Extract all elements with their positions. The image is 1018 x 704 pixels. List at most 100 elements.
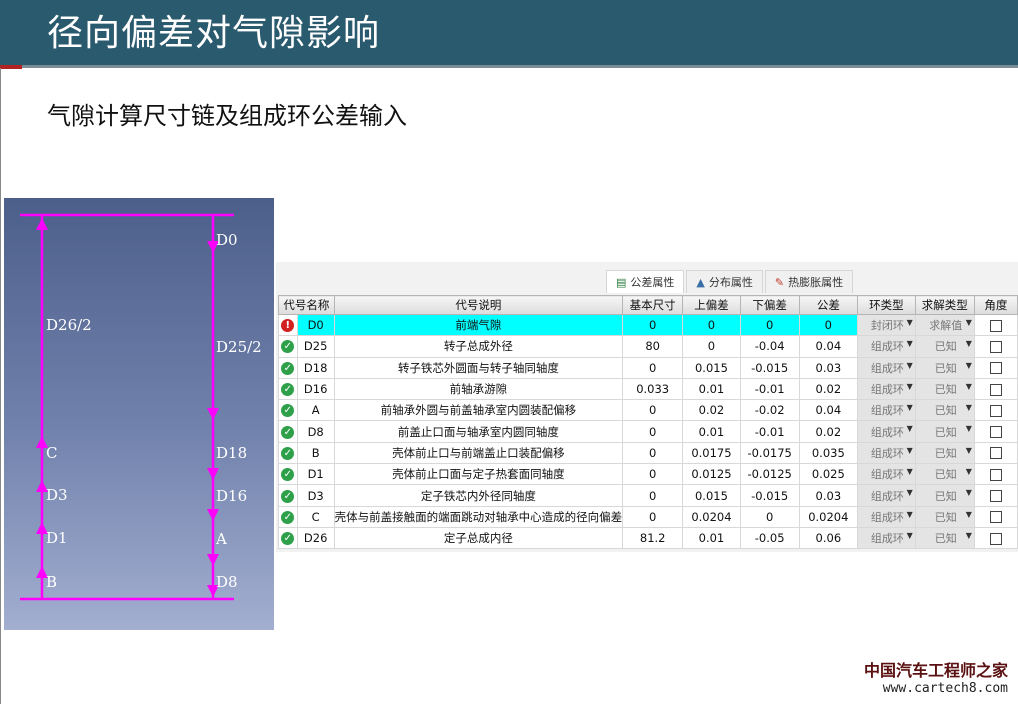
solve-type-select[interactable]: 已知 ▼ — [914, 441, 975, 465]
cell-upper-deviation[interactable]: 0.0125 — [682, 463, 741, 486]
cell-lower-deviation[interactable]: -0.015 — [739, 356, 800, 379]
cell-tolerance[interactable]: 0.04 — [798, 335, 859, 358]
ring-type-select[interactable]: 组成环 ▼ — [857, 356, 916, 379]
cell-description[interactable]: 前轴承游隙 — [333, 377, 624, 401]
cell-description[interactable]: 壳体前止口面与定子热套面同轴度 — [333, 463, 624, 486]
cell-upper-deviation[interactable]: 0.01 — [682, 526, 741, 550]
table-row[interactable]: ✓ D18 转子铁芯外圆面与转子轴同轴度 0 0.015 -0.015 0.03 组成环 ▼ 已知… — [278, 356, 1018, 379]
angle-checkbox[interactable] — [990, 340, 1003, 353]
table-row[interactable]: ✓ D8 前盖止口面与轴承室内圆同轴度 0 0.01 -0.01 0.02 组成环 ▼ 已知 ▼ — [278, 420, 1018, 443]
cell-code[interactable]: B — [296, 441, 335, 465]
solve-type-select[interactable]: 已知 ▼ — [914, 399, 975, 422]
ring-type-select[interactable]: 组成环 ▼ — [857, 441, 916, 465]
table-row[interactable]: ✓ A 前轴承外圆与前盖轴承室内圆装配偏移 0 0.02 -0.02 0.04 组成环 ▼ 已知 ▼ — [278, 399, 1018, 422]
solve-type-select[interactable]: 已知 ▼ — [914, 377, 975, 401]
cell-lower-deviation[interactable]: -0.0125 — [739, 463, 800, 486]
cell-tolerance[interactable]: 0.02 — [798, 420, 859, 443]
tab-thermal-expansion-properties[interactable]: ✎ 热膨胀属性 — [764, 270, 854, 293]
angle-checkbox[interactable] — [990, 319, 1003, 332]
ring-type-select[interactable]: 组成环 ▼ — [857, 399, 916, 422]
cell-code[interactable]: A — [296, 399, 335, 422]
ring-type-select[interactable]: 组成环 ▼ — [857, 335, 916, 358]
cell-description[interactable]: 定子铁芯内外径同轴度 — [333, 484, 624, 507]
cell-tolerance[interactable]: 0.04 — [798, 399, 859, 422]
cell-basic-size[interactable]: 0 — [622, 484, 684, 507]
solve-type-select[interactable]: 已知 ▼ — [914, 463, 975, 486]
angle-checkbox[interactable] — [990, 511, 1003, 524]
cell-code[interactable]: D18 — [296, 356, 335, 379]
table-row[interactable]: ✓ D16 前轴承游隙 0.033 0.01 -0.01 0.02 组成环 ▼ 已知 ▼ — [278, 377, 1018, 401]
ring-type-select[interactable]: 组成环 ▼ — [857, 526, 916, 550]
cell-upper-deviation[interactable]: 0 — [682, 313, 741, 337]
table-row[interactable]: ✓ D3 定子铁芯内外径同轴度 0 0.015 -0.015 0.03 组成环 ▼ 已知 ▼ — [278, 484, 1018, 507]
cell-description[interactable]: 壳体与前盖接触面的端面跳动对轴承中心造成的径向偏差 — [333, 505, 624, 528]
header-code[interactable]: 代号名称 — [278, 295, 335, 315]
solve-type-select[interactable]: 求解值 ▼ — [914, 313, 975, 337]
cell-description[interactable]: 转子总成外径 — [333, 335, 624, 358]
angle-checkbox[interactable] — [990, 490, 1003, 503]
header-lower-deviation[interactable]: 下偏差 — [739, 295, 800, 315]
cell-basic-size[interactable]: 0 — [622, 313, 684, 337]
cell-basic-size[interactable]: 0 — [622, 420, 684, 443]
cell-basic-size[interactable]: 80 — [622, 335, 684, 358]
ring-type-select[interactable]: 组成环 ▼ — [857, 463, 916, 486]
cell-lower-deviation[interactable]: -0.01 — [739, 377, 800, 401]
ring-type-select[interactable]: 封闭环 ▼ — [857, 313, 916, 337]
cell-code[interactable]: D16 — [296, 377, 335, 401]
table-row[interactable]: ✓ B 壳体前止口与前端盖止口装配偏移 0 0.0175 -0.0175 0.035 组成环 ▼… — [278, 441, 1018, 465]
tab-distribution-properties[interactable]: ▲ 分布属性 — [686, 270, 763, 293]
cell-tolerance[interactable]: 0.0204 — [798, 505, 859, 528]
header-angle[interactable]: 角度 — [973, 295, 1018, 315]
cell-tolerance[interactable]: 0.03 — [798, 484, 859, 507]
table-row[interactable]: ✓ D1 壳体前止口面与定子热套面同轴度 0 0.0125 -0.0125 0.025 组成环… — [278, 463, 1018, 486]
tab-tolerance-properties[interactable]: ▤ 公差属性 — [606, 270, 685, 293]
solve-type-select[interactable]: 已知 ▼ — [914, 484, 975, 507]
ring-type-select[interactable]: 组成环 ▼ — [857, 484, 916, 507]
cell-code[interactable]: D1 — [296, 463, 335, 486]
angle-checkbox[interactable] — [990, 383, 1003, 396]
table-row[interactable]: ✓ D25 转子总成外径 80 0 -0.04 0.04 组成环 ▼ 已知 ▼ — [278, 335, 1018, 358]
cell-description[interactable]: 定子总成内径 — [333, 526, 624, 550]
cell-lower-deviation[interactable]: -0.015 — [739, 484, 800, 507]
header-description[interactable]: 代号说明 — [333, 295, 624, 315]
cell-tolerance[interactable]: 0.06 — [798, 526, 859, 550]
cell-code[interactable]: D3 — [296, 484, 335, 507]
cell-code[interactable]: C — [296, 505, 335, 528]
cell-code[interactable]: D26 — [296, 526, 335, 550]
cell-lower-deviation[interactable]: -0.02 — [739, 399, 800, 422]
header-upper-deviation[interactable]: 上偏差 — [682, 295, 741, 315]
header-ring-type[interactable]: 环类型 — [857, 295, 916, 315]
cell-lower-deviation[interactable]: 0 — [739, 313, 800, 337]
cell-tolerance[interactable]: 0.03 — [798, 356, 859, 379]
cell-lower-deviation[interactable]: -0.01 — [739, 420, 800, 443]
cell-description[interactable]: 壳体前止口与前端盖止口装配偏移 — [333, 441, 624, 465]
cell-upper-deviation[interactable]: 0.015 — [682, 356, 741, 379]
cell-lower-deviation[interactable]: 0 — [739, 505, 800, 528]
table-row[interactable]: ✓ C 壳体与前盖接触面的端面跳动对轴承中心造成的径向偏差 0 0.0204 0 0.020… — [278, 505, 1018, 528]
cell-code[interactable]: D25 — [296, 335, 335, 358]
cell-basic-size[interactable]: 0.033 — [622, 377, 684, 401]
angle-checkbox[interactable] — [990, 362, 1003, 375]
header-solve-type[interactable]: 求解类型 — [914, 295, 975, 315]
header-basic-size[interactable]: 基本尺寸 — [622, 295, 684, 315]
cell-description[interactable]: 转子铁芯外圆面与转子轴同轴度 — [333, 356, 624, 379]
cell-upper-deviation[interactable]: 0.0204 — [682, 505, 741, 528]
solve-type-select[interactable]: 已知 ▼ — [914, 335, 975, 358]
cell-lower-deviation[interactable]: -0.05 — [739, 526, 800, 550]
cell-basic-size[interactable]: 0 — [622, 505, 684, 528]
cell-tolerance[interactable]: 0 — [798, 313, 859, 337]
cell-description[interactable]: 前端气隙 — [333, 313, 624, 337]
cell-upper-deviation[interactable]: 0.0175 — [682, 441, 741, 465]
cell-description[interactable]: 前盖止口面与轴承室内圆同轴度 — [333, 420, 624, 443]
cell-tolerance[interactable]: 0.035 — [798, 441, 859, 465]
table-row[interactable]: ✓ D26 定子总成内径 81.2 0.01 -0.05 0.06 组成环 ▼ 已知 ▼ — [278, 526, 1018, 550]
solve-type-select[interactable]: 已知 ▼ — [914, 356, 975, 379]
cell-upper-deviation[interactable]: 0.01 — [682, 420, 741, 443]
cell-lower-deviation[interactable]: -0.0175 — [739, 441, 800, 465]
cell-code[interactable]: D8 — [296, 420, 335, 443]
cell-upper-deviation[interactable]: 0.02 — [682, 399, 741, 422]
solve-type-select[interactable]: 已知 ▼ — [914, 420, 975, 443]
header-tolerance[interactable]: 公差 — [798, 295, 859, 315]
cell-tolerance[interactable]: 0.025 — [798, 463, 859, 486]
cell-basic-size[interactable]: 0 — [622, 356, 684, 379]
